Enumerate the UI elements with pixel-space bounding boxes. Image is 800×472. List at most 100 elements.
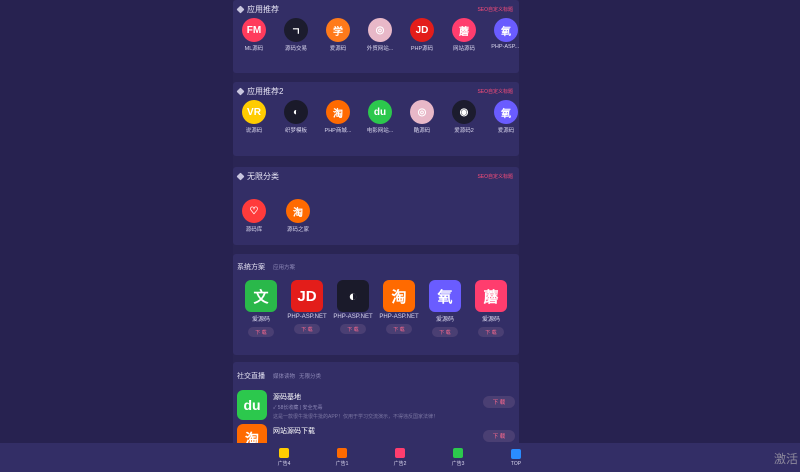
tab-unlimited[interactable]: 无限分类 <box>299 372 321 380</box>
unlimited-category-card: 无限分类 SEO自定义标题 ♡ 源码库 淘源码之家 <box>233 167 519 245</box>
app-icon: ㄱ <box>284 18 308 42</box>
app-item[interactable]: 蘑网站源码 <box>447 18 481 52</box>
app-icon[interactable]: ◐ <box>337 280 369 312</box>
feed-title[interactable]: 源码基地 <box>273 392 477 402</box>
section-title: 社交直播 <box>237 373 265 380</box>
section-header: 社交直播 媒体读物 无限分类 <box>233 362 519 390</box>
app-label: PHP商城... <box>324 128 352 134</box>
tab-label: 广告2 <box>393 461 407 467</box>
download-button[interactable]: 下 载 <box>483 430 515 442</box>
more-link[interactable]: SEO自定义标题 <box>477 88 513 95</box>
tab-3[interactable]: 广告3 <box>429 443 487 472</box>
app-label: ML源码 <box>244 46 264 52</box>
app-label: 爱源码2 <box>454 128 474 134</box>
download-item: JD PHP-ASP.NET 下 载 <box>287 280 327 337</box>
app-label: PHP-ASP.NET <box>333 314 373 320</box>
app-item[interactable]: ♡ 源码库 <box>237 199 271 233</box>
app-item[interactable]: FM ML源码 <box>237 18 271 52</box>
download-button[interactable]: 下 载 <box>432 327 458 337</box>
app-icon: 淘 <box>326 100 350 124</box>
tab-2[interactable]: 广告2 <box>371 443 429 472</box>
app-label: 爱源码 <box>481 317 500 323</box>
app-label: 外贸网站... <box>366 46 394 52</box>
tab-icon <box>337 448 347 458</box>
app-icon: 淘 <box>286 199 310 223</box>
app-icon[interactable]: JD <box>291 280 323 312</box>
download-button[interactable]: 下 载 <box>386 324 412 334</box>
tab-icon <box>395 448 405 458</box>
download-button[interactable]: 下 载 <box>483 396 515 408</box>
app-row: VR 说源码 ◐ 织梦模板 淘 PHP商城... du 电影网站... ◎ 酷源码 ◉ 爱源码2 氧爱源… <box>233 100 519 134</box>
download-button[interactable]: 下 载 <box>248 327 274 337</box>
feed-title[interactable]: 网站源码下载 <box>273 426 477 436</box>
app-label: 爱源码 <box>329 46 347 52</box>
app-icon[interactable]: 淘 <box>383 280 415 312</box>
app-icon: ◐ <box>284 100 308 124</box>
app-label: 爱源码 <box>435 317 454 323</box>
tab-label: 广告3 <box>451 461 465 467</box>
tab-icon <box>453 448 463 458</box>
app-label: 网站源码 <box>452 46 475 52</box>
tab-0[interactable]: 广告4 <box>255 443 313 472</box>
more-link[interactable]: SEO自定义标题 <box>477 6 513 13</box>
app-icon[interactable]: du <box>237 390 267 420</box>
app-label: PHP-ASP.... <box>491 44 519 50</box>
tab-4[interactable]: TOP <box>487 443 545 472</box>
app-item[interactable]: VR 说源码 <box>237 100 271 134</box>
tab-1[interactable]: 广告1 <box>313 443 371 472</box>
app-icon[interactable]: 氧 <box>429 280 461 312</box>
system-solution-card: 系统方案 应用方案 文爱源码下 载 JD PHP-ASP.NET 下 载 ◐ PHP-AS… <box>233 254 519 355</box>
card-header: 应用推荐 SEO自定义标题 <box>233 0 519 18</box>
app-item[interactable]: ◐ 织梦模板 <box>279 100 313 134</box>
tab-label: TOP <box>510 460 522 467</box>
app-row: ♡ 源码库 淘源码之家 <box>233 185 519 233</box>
app-icon[interactable]: 文 <box>245 280 277 312</box>
app-item[interactable]: ◎ 外贸网站... <box>363 18 397 52</box>
section-title: 系统方案 <box>237 264 265 271</box>
tab-app-solution[interactable]: 应用方案 <box>273 263 295 271</box>
app-label: PHP-ASP.NET <box>379 314 419 320</box>
app-item[interactable]: 淘源码之家 <box>281 199 315 233</box>
app-item[interactable]: JD PHP源码 <box>405 18 439 52</box>
cube-icon <box>236 172 245 180</box>
download-item: 文爱源码下 载 <box>241 280 281 337</box>
app-label: 源码交易 <box>284 46 307 52</box>
tab-media[interactable]: 媒体读物 <box>273 372 295 380</box>
feed-item: du 源码基地 ✓ 58长收藏 | 安全无毒这是一款很牛批很牛批的APP！仅用于学习… <box>233 390 519 424</box>
tab-icon <box>511 448 521 459</box>
app-item[interactable]: ㄱ源码交易 <box>279 18 313 52</box>
app-item[interactable]: 氧 PHP-ASP.... <box>489 18 519 52</box>
app-label: PHP-ASP.NET <box>287 314 327 320</box>
app-icon: JD <box>410 18 434 42</box>
app-item[interactable]: ◎ 酷源码 <box>405 100 439 134</box>
app-recommend-card: 应用推荐 SEO自定义标题 FM ML源码ㄱ源码交易学爱源码 ◎ 外贸网站... JD P… <box>233 0 519 73</box>
app-label: 爱源码 <box>251 317 270 323</box>
download-item: 淘 PHP-ASP.NET 下 载 <box>379 280 419 337</box>
app-item[interactable]: 淘 PHP商城... <box>321 100 355 134</box>
bottom-tab-bar: 广告4 广告1 广告2 广告3 TOP <box>0 443 800 472</box>
app-item[interactable]: ◉ 爱源码2 <box>447 100 481 134</box>
download-row: 文爱源码下 载 JD PHP-ASP.NET 下 载 ◐ PHP-ASP.NET 下 载淘P… <box>233 280 519 337</box>
app-label: 爱源码 <box>497 128 515 134</box>
card-title: 无限分类 <box>236 171 279 182</box>
app-icon: 氧 <box>494 100 518 124</box>
app-label: PHP源码 <box>410 46 434 52</box>
app-item[interactable]: du 电影网站... <box>363 100 397 134</box>
feed-meta: ✓ 58长收藏 | 安全无毒 <box>273 405 323 411</box>
app-icon: 学 <box>326 18 350 42</box>
download-button[interactable]: 下 载 <box>340 324 366 334</box>
app-item[interactable]: 氧爱源码 <box>489 100 519 134</box>
download-button[interactable]: 下 载 <box>294 324 320 334</box>
download-item: 蘑爱源码下 载 <box>471 280 511 337</box>
download-button[interactable]: 下 载 <box>478 327 504 337</box>
feed-text: 源码基地 ✓ 58长收藏 | 安全无毒这是一款很牛批很牛批的APP！仅用于学习交流… <box>273 390 477 420</box>
app-icon[interactable]: 蘑 <box>475 280 507 312</box>
feed-desc: 这是一款很牛批很牛批的APP！仅用于学习交流演示，不得违反国家法律！ <box>273 414 439 420</box>
app-icon: ◎ <box>410 100 434 124</box>
app-label: 织梦模板 <box>284 128 307 134</box>
more-link[interactable]: SEO自定义标题 <box>477 173 513 180</box>
app-icon: 氧 <box>494 18 518 42</box>
app-item[interactable]: 学爱源码 <box>321 18 355 52</box>
app-icon: ♡ <box>242 199 266 223</box>
download-item: ◐ PHP-ASP.NET 下 载 <box>333 280 373 337</box>
